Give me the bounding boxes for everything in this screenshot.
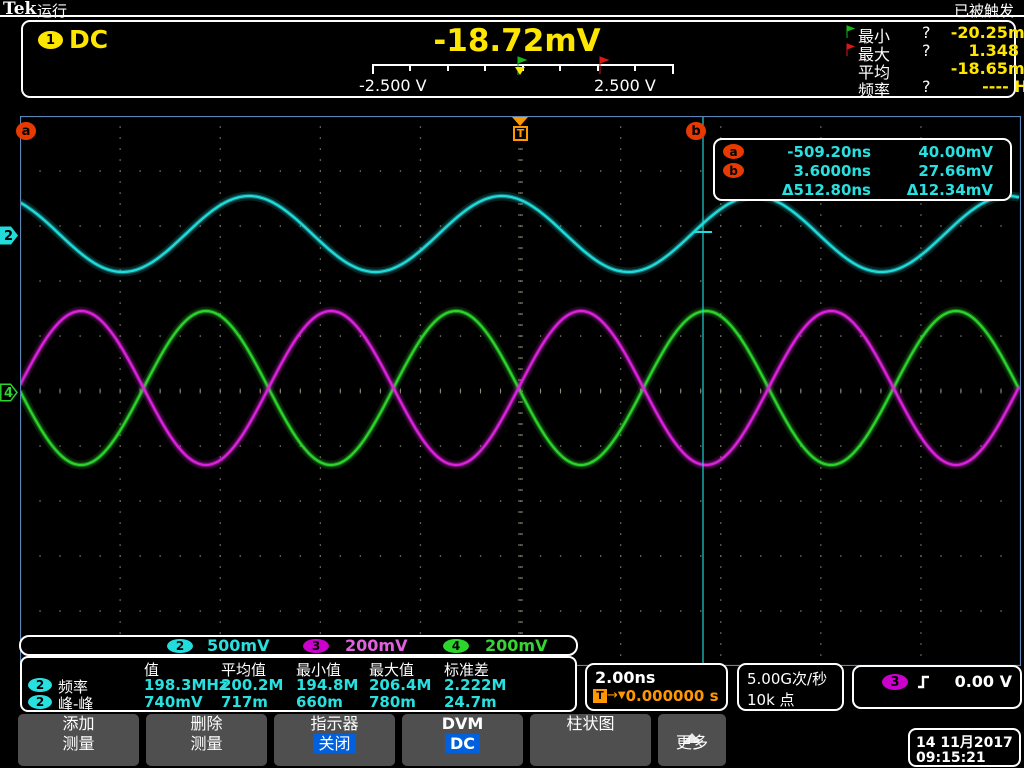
measurement-name: 峰-峰 bbox=[58, 695, 94, 713]
dvm-mode-badge: DC bbox=[444, 734, 481, 753]
time-label: 09:15:21 bbox=[916, 750, 986, 766]
button-label: 柱状图 bbox=[566, 714, 615, 733]
indicators-button[interactable]: 指示器 关闭 bbox=[274, 714, 395, 766]
button-label: 添加 bbox=[62, 714, 95, 733]
channel-3-badge[interactable]: 3 bbox=[303, 639, 329, 653]
cursor-a-badge[interactable]: a bbox=[16, 122, 36, 140]
CH2-trace-glow bbox=[20, 191, 1021, 277]
channel-1-badge: 1 bbox=[38, 31, 63, 49]
trigger-status: 已被触发 bbox=[953, 2, 1014, 20]
time-per-div: 2.00ns bbox=[595, 668, 656, 687]
button-label: 删除 bbox=[190, 714, 223, 733]
stat-value: -18.65mV bbox=[950, 59, 1024, 78]
stat-value: -20.25mV bbox=[950, 23, 1024, 42]
stat-warn: ? bbox=[922, 41, 931, 60]
row-channel-badge: 2 bbox=[28, 678, 52, 692]
min-flag-and-current-marker bbox=[515, 56, 528, 75]
table-cell: 717m bbox=[221, 693, 268, 711]
cursor-readout-box: a -509.20ns 40.00mV b 3.6000ns 27.66mV Δ… bbox=[713, 138, 1012, 201]
channel-scale-bar: 2 500mV 3 200mV 4 200mV bbox=[19, 635, 578, 656]
table-cell: 200.2M bbox=[221, 676, 284, 694]
stat-value: ---- Hz bbox=[982, 77, 1024, 96]
cursor-delta-time: Δ512.80ns bbox=[781, 181, 871, 199]
table-cell: 740mV bbox=[144, 693, 203, 711]
cursor-b-amplitude: 27.66mV bbox=[918, 162, 993, 180]
table-cell: 206.4M bbox=[369, 676, 432, 694]
date-label: 14 11月2017 bbox=[916, 735, 1013, 751]
cursor-b-time: 3.6000ns bbox=[793, 162, 872, 180]
scale-min-label: -2.500 V bbox=[359, 76, 427, 95]
acquisition-box: 5.00G次/秒 10k 点 bbox=[737, 663, 844, 711]
button-label: DVM bbox=[441, 714, 484, 733]
trigger-position-arrow[interactable] bbox=[512, 117, 528, 126]
channel-3-scale: 200mV bbox=[345, 636, 408, 655]
dvm-panel: 1 DC -18.72mV -2.500 V 2.500 V 最小 ? -20.… bbox=[21, 20, 1024, 100]
delete-measurement-button[interactable]: 删除 测量 bbox=[146, 714, 267, 766]
channel-4-scale: 200mV bbox=[485, 636, 548, 655]
trigger-level: 0.00 V bbox=[954, 672, 1012, 691]
trigger-position-marker[interactable]: T bbox=[513, 126, 528, 141]
trigger-settings-box: 3 0.00 V bbox=[852, 665, 1022, 709]
measurement-table: 值 平均值 最小值 最大值 标准差 2 频率 198.3MHz 200.2M 1… bbox=[20, 656, 577, 713]
stat-row-min: 最小 ? -20.25mV bbox=[843, 23, 1024, 46]
table-cell: 194.8M bbox=[296, 676, 359, 694]
horizontal-position: T →▼0.000000 s bbox=[593, 689, 719, 705]
rising-edge-icon bbox=[918, 675, 929, 689]
cursor-b-badge[interactable]: b bbox=[686, 122, 706, 140]
sample-rate: 5.00G次/秒 bbox=[747, 670, 828, 688]
cursor-a-amplitude: 40.00mV bbox=[918, 143, 993, 161]
indicators-state-badge: 关闭 bbox=[313, 734, 356, 753]
more-button[interactable]: 更多 bbox=[658, 714, 726, 766]
stat-value: 1.348 V bbox=[968, 41, 1024, 60]
stat-row-max: 最大 ? 1.348 V bbox=[843, 41, 1024, 64]
row-channel-badge: 2 bbox=[28, 695, 52, 709]
add-measurement-button[interactable]: 添加 测量 bbox=[18, 714, 139, 766]
oscilloscope-screen: Tek 运行 已被触发 1 DC -18.72mV -2.500 V 2.500… bbox=[0, 0, 1024, 768]
stat-row-mean: 平均 -18.65mV bbox=[843, 59, 1024, 82]
button-label: 指示器 bbox=[310, 714, 359, 733]
arrow-right-icon: → bbox=[607, 688, 618, 703]
stat-warn: ? bbox=[922, 23, 931, 42]
channel-2-scale: 500mV bbox=[207, 636, 270, 655]
button-label: 更多 bbox=[675, 733, 708, 752]
record-length: 10k 点 bbox=[747, 691, 795, 709]
channel-2-position-marker[interactable]: 2 bbox=[0, 226, 19, 245]
stat-warn: ? bbox=[922, 77, 931, 96]
run-status: 运行 bbox=[37, 2, 68, 20]
cursor-delta-amplitude: Δ12.34mV bbox=[906, 181, 993, 199]
table-cell: 198.3MHz bbox=[144, 676, 228, 694]
trigger-source-badge: 3 bbox=[882, 674, 908, 690]
channel-4-position-marker[interactable]: 4 bbox=[0, 383, 19, 402]
trigger-t-icon: T bbox=[593, 689, 607, 703]
cursor-a-row-badge: a bbox=[723, 144, 744, 159]
datetime-box: 14 11月2017 09:15:21 bbox=[908, 728, 1021, 767]
button-label: 测量 bbox=[62, 734, 95, 753]
dvm-button[interactable]: DVM DC bbox=[402, 714, 523, 766]
table-cell: 660m bbox=[296, 693, 343, 711]
channel-2-badge[interactable]: 2 bbox=[167, 639, 193, 653]
histogram-button[interactable]: 柱状图 bbox=[530, 714, 651, 766]
cursor-b-row-badge: b bbox=[723, 163, 744, 178]
horizontal-settings-box: 2.00ns T →▼0.000000 s bbox=[585, 663, 728, 711]
table-cell: 780m bbox=[369, 693, 416, 711]
table-cell: 24.7m bbox=[444, 693, 497, 711]
button-label: 测量 bbox=[190, 734, 223, 753]
channel-4-badge[interactable]: 4 bbox=[443, 639, 469, 653]
scale-max-label: 2.500 V bbox=[594, 76, 656, 95]
cursor-a-time: -509.20ns bbox=[787, 143, 871, 161]
horizontal-position-value: 0.000000 s bbox=[625, 687, 719, 705]
svg-text:4: 4 bbox=[4, 386, 13, 401]
dvm-mode-label: DC bbox=[69, 25, 109, 54]
max-flag-marker bbox=[599, 56, 610, 74]
marker-down-icon: ▼ bbox=[617, 690, 626, 701]
dvm-main-value: -18.72mV bbox=[433, 23, 601, 59]
stat-label: 频率 bbox=[858, 81, 891, 100]
table-cell: 2.222M bbox=[444, 676, 507, 694]
svg-text:2: 2 bbox=[4, 229, 13, 244]
top-divider bbox=[0, 15, 1024, 17]
stat-row-frequency: 频率 ? ---- Hz bbox=[843, 77, 1024, 100]
